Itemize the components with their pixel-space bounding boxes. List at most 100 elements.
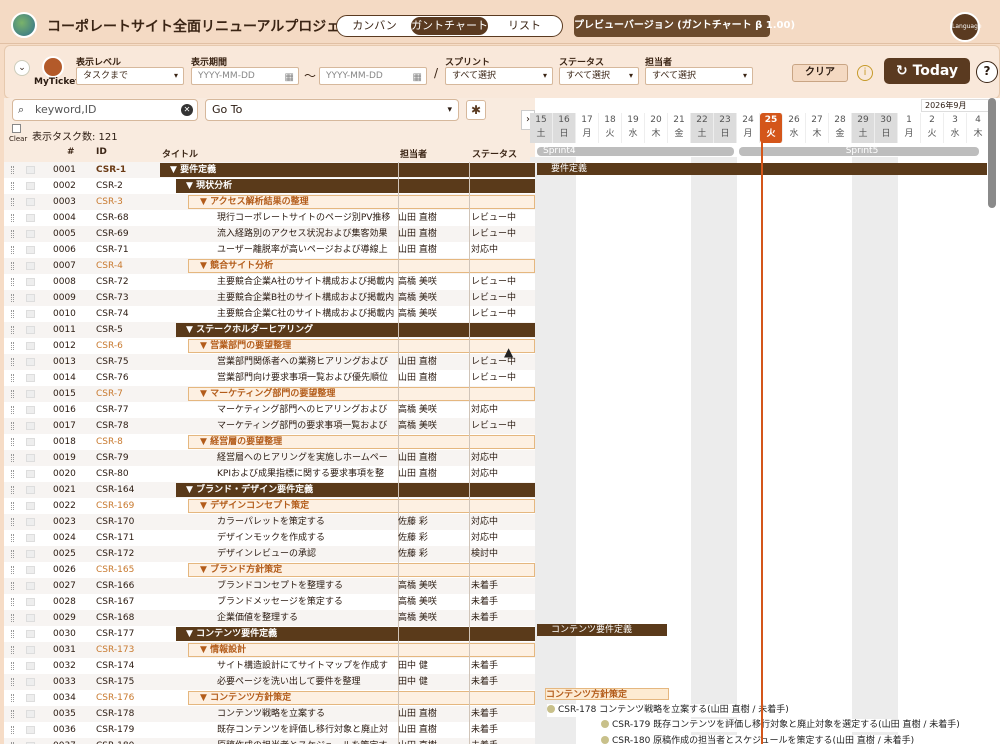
help-icon[interactable]: ?	[976, 61, 998, 83]
drag-handle-icon[interactable]	[11, 550, 14, 558]
table-row[interactable]: 0011 CSR-5 ▼ ステークホルダーヒアリング	[4, 322, 1000, 338]
clear-filter-button[interactable]: クリア	[792, 64, 848, 82]
row-checkbox[interactable]	[26, 694, 35, 702]
task-id[interactable]: CSR-71	[96, 242, 129, 258]
drag-handle-icon[interactable]	[11, 614, 14, 622]
task-title[interactable]: ユーザー離脱率が高いページおよび導線上	[217, 242, 396, 258]
task-id[interactable]: CSR-169	[96, 498, 134, 514]
calendar-icon[interactable]: ▦	[413, 70, 422, 84]
table-row[interactable]: 0007 CSR-4 ▼ 競合サイト分析	[4, 258, 1000, 274]
my-ticket-label[interactable]: MyTicket	[34, 77, 80, 87]
vertical-scrollbar[interactable]	[988, 98, 996, 208]
task-id[interactable]: CSR-74	[96, 306, 129, 322]
drag-handle-icon[interactable]	[11, 518, 14, 526]
table-row[interactable]: 0017 CSR-78 マーケティング部門の要求事項一覧および 高橋 美咲 レビュー中	[4, 418, 1000, 434]
row-checkbox[interactable]	[26, 294, 35, 302]
task-id[interactable]: CSR-175	[96, 674, 134, 690]
task-id[interactable]: CSR-167	[96, 594, 134, 610]
row-checkbox[interactable]	[26, 422, 35, 430]
today-button[interactable]: ↻ Today	[884, 58, 970, 84]
drag-handle-icon[interactable]	[11, 726, 14, 734]
drag-handle-icon[interactable]	[11, 214, 14, 222]
task-id[interactable]: CSR-173	[96, 642, 134, 658]
drag-handle-icon[interactable]	[11, 310, 14, 318]
table-row[interactable]: 0006 CSR-71 ユーザー離脱率が高いページおよび導線上 山田 直樹 対応中	[4, 242, 1000, 258]
task-id[interactable]: CSR-75	[96, 354, 129, 370]
table-row[interactable]: 0020 CSR-80 KPIおよび成果指標に関する要求事項を整 山田 直樹 対応中	[4, 466, 1000, 482]
drag-handle-icon[interactable]	[11, 710, 14, 718]
drag-handle-icon[interactable]	[11, 422, 14, 430]
expand-triangle-icon[interactable]: ▼	[200, 341, 210, 351]
table-row[interactable]: 0034 CSR-176 ▼ コンテンツ方針策定	[4, 690, 1000, 706]
task-title[interactable]: ▼ ブランド方針策定	[200, 562, 396, 578]
expand-triangle-icon[interactable]: ▼	[200, 437, 210, 447]
expand-triangle-icon[interactable]: ▼	[200, 645, 210, 655]
task-id[interactable]: CSR-176	[96, 690, 134, 706]
row-checkbox[interactable]	[26, 358, 35, 366]
table-row[interactable]: 0030 CSR-177 ▼ コンテンツ要件定義	[4, 626, 1000, 642]
task-title[interactable]: 必要ページを洗い出して要件を整理	[217, 674, 396, 690]
table-row[interactable]: 0031 CSR-173 ▼ 情報設計	[4, 642, 1000, 658]
row-checkbox[interactable]	[26, 182, 35, 190]
table-row[interactable]: 0014 CSR-76 営業部門向け要求事項一覧および優先順位 山田 直樹 レビュー中	[4, 370, 1000, 386]
task-id[interactable]: CSR-168	[96, 610, 134, 626]
drag-handle-icon[interactable]	[11, 358, 14, 366]
task-title[interactable]: ▼ 競合サイト分析	[200, 258, 396, 274]
task-title[interactable]: 主要競合企業B社のサイト構成および掲載内	[217, 290, 396, 306]
table-row[interactable]: 0033 CSR-175 必要ページを洗い出して要件を整理 田中 健 未着手	[4, 674, 1000, 690]
row-checkbox[interactable]	[26, 454, 35, 462]
task-id[interactable]: CSR-77	[96, 402, 129, 418]
row-checkbox[interactable]	[26, 278, 35, 286]
expand-triangle-icon[interactable]: ▼	[200, 501, 210, 511]
task-title[interactable]: 営業部門向け要求事項一覧および優先順位	[217, 370, 396, 386]
task-id[interactable]: CSR-179	[96, 722, 134, 738]
expand-triangle-icon[interactable]: ▼	[186, 485, 196, 495]
expand-triangle-icon[interactable]: ▼	[200, 389, 210, 399]
row-checkbox[interactable]	[26, 214, 35, 222]
task-title[interactable]: 既存コンテンツを評価し移行対象と廃止対	[217, 722, 396, 738]
table-row[interactable]: 0021 CSR-164 ▼ ブランド・デザイン要件定義	[4, 482, 1000, 498]
table-row[interactable]: 0015 CSR-7 ▼ マーケティング部門の要望整理	[4, 386, 1000, 402]
task-title[interactable]: ▼ 現状分析	[186, 178, 396, 194]
task-id[interactable]: CSR-171	[96, 530, 134, 546]
row-checkbox[interactable]	[26, 614, 35, 622]
drag-handle-icon[interactable]	[11, 262, 14, 270]
column-title[interactable]: タイトル	[162, 147, 198, 160]
drag-handle-icon[interactable]	[11, 166, 14, 174]
task-title[interactable]: ▼ デザインコンセプト策定	[200, 498, 396, 514]
row-checkbox[interactable]	[26, 550, 35, 558]
expand-triangle-icon[interactable]: ▼	[170, 165, 180, 175]
collapse-chevron-icon[interactable]: ⌄	[14, 60, 30, 76]
task-id[interactable]: CSR-174	[96, 658, 134, 674]
task-id[interactable]: CSR-4	[96, 258, 123, 274]
drag-handle-icon[interactable]	[11, 454, 14, 462]
drag-handle-icon[interactable]	[11, 582, 14, 590]
sprint-bar-5[interactable]: Sprint5	[739, 147, 979, 156]
sprint-bar-4[interactable]: Sprint4	[537, 147, 734, 156]
drag-handle-icon[interactable]	[11, 198, 14, 206]
task-title[interactable]: 現行コーポレートサイトのページ別PV推移	[217, 210, 396, 226]
row-checkbox[interactable]	[26, 598, 35, 606]
drag-handle-icon[interactable]	[11, 278, 14, 286]
row-checkbox[interactable]	[26, 518, 35, 526]
drag-handle-icon[interactable]	[11, 390, 14, 398]
row-checkbox[interactable]	[26, 534, 35, 542]
task-title[interactable]: ▼ コンテンツ方針策定	[200, 690, 396, 706]
drag-handle-icon[interactable]	[11, 246, 14, 254]
task-id[interactable]: CSR-7	[96, 386, 123, 402]
goto-select[interactable]: Go To ▾	[205, 99, 459, 121]
row-checkbox[interactable]	[26, 166, 35, 174]
row-checkbox[interactable]	[26, 326, 35, 334]
row-checkbox[interactable]	[26, 198, 35, 206]
drag-handle-icon[interactable]	[11, 694, 14, 702]
preview-version-badge[interactable]: プレビューバージョン (ガントチャート β 1.00)	[574, 15, 795, 37]
table-row[interactable]: 0022 CSR-169 ▼ デザインコンセプト策定	[4, 498, 1000, 514]
task-title[interactable]: ▼ 要件定義	[170, 162, 396, 178]
gantt-task-csr-179[interactable]: CSR-179 既存コンテンツを評価し移行対象と廃止対象を選定する(山田 直樹 …	[601, 719, 960, 732]
gantt-bar-content-req[interactable]: コンテンツ要件定義	[537, 624, 667, 636]
row-checkbox[interactable]	[26, 374, 35, 382]
task-title[interactable]: ▼ マーケティング部門の要望整理	[200, 386, 396, 402]
row-checkbox[interactable]	[26, 630, 35, 638]
table-row[interactable]: 0029 CSR-168 企業価値を整理する 高橋 美咲 未着手	[4, 610, 1000, 626]
drag-handle-icon[interactable]	[11, 374, 14, 382]
